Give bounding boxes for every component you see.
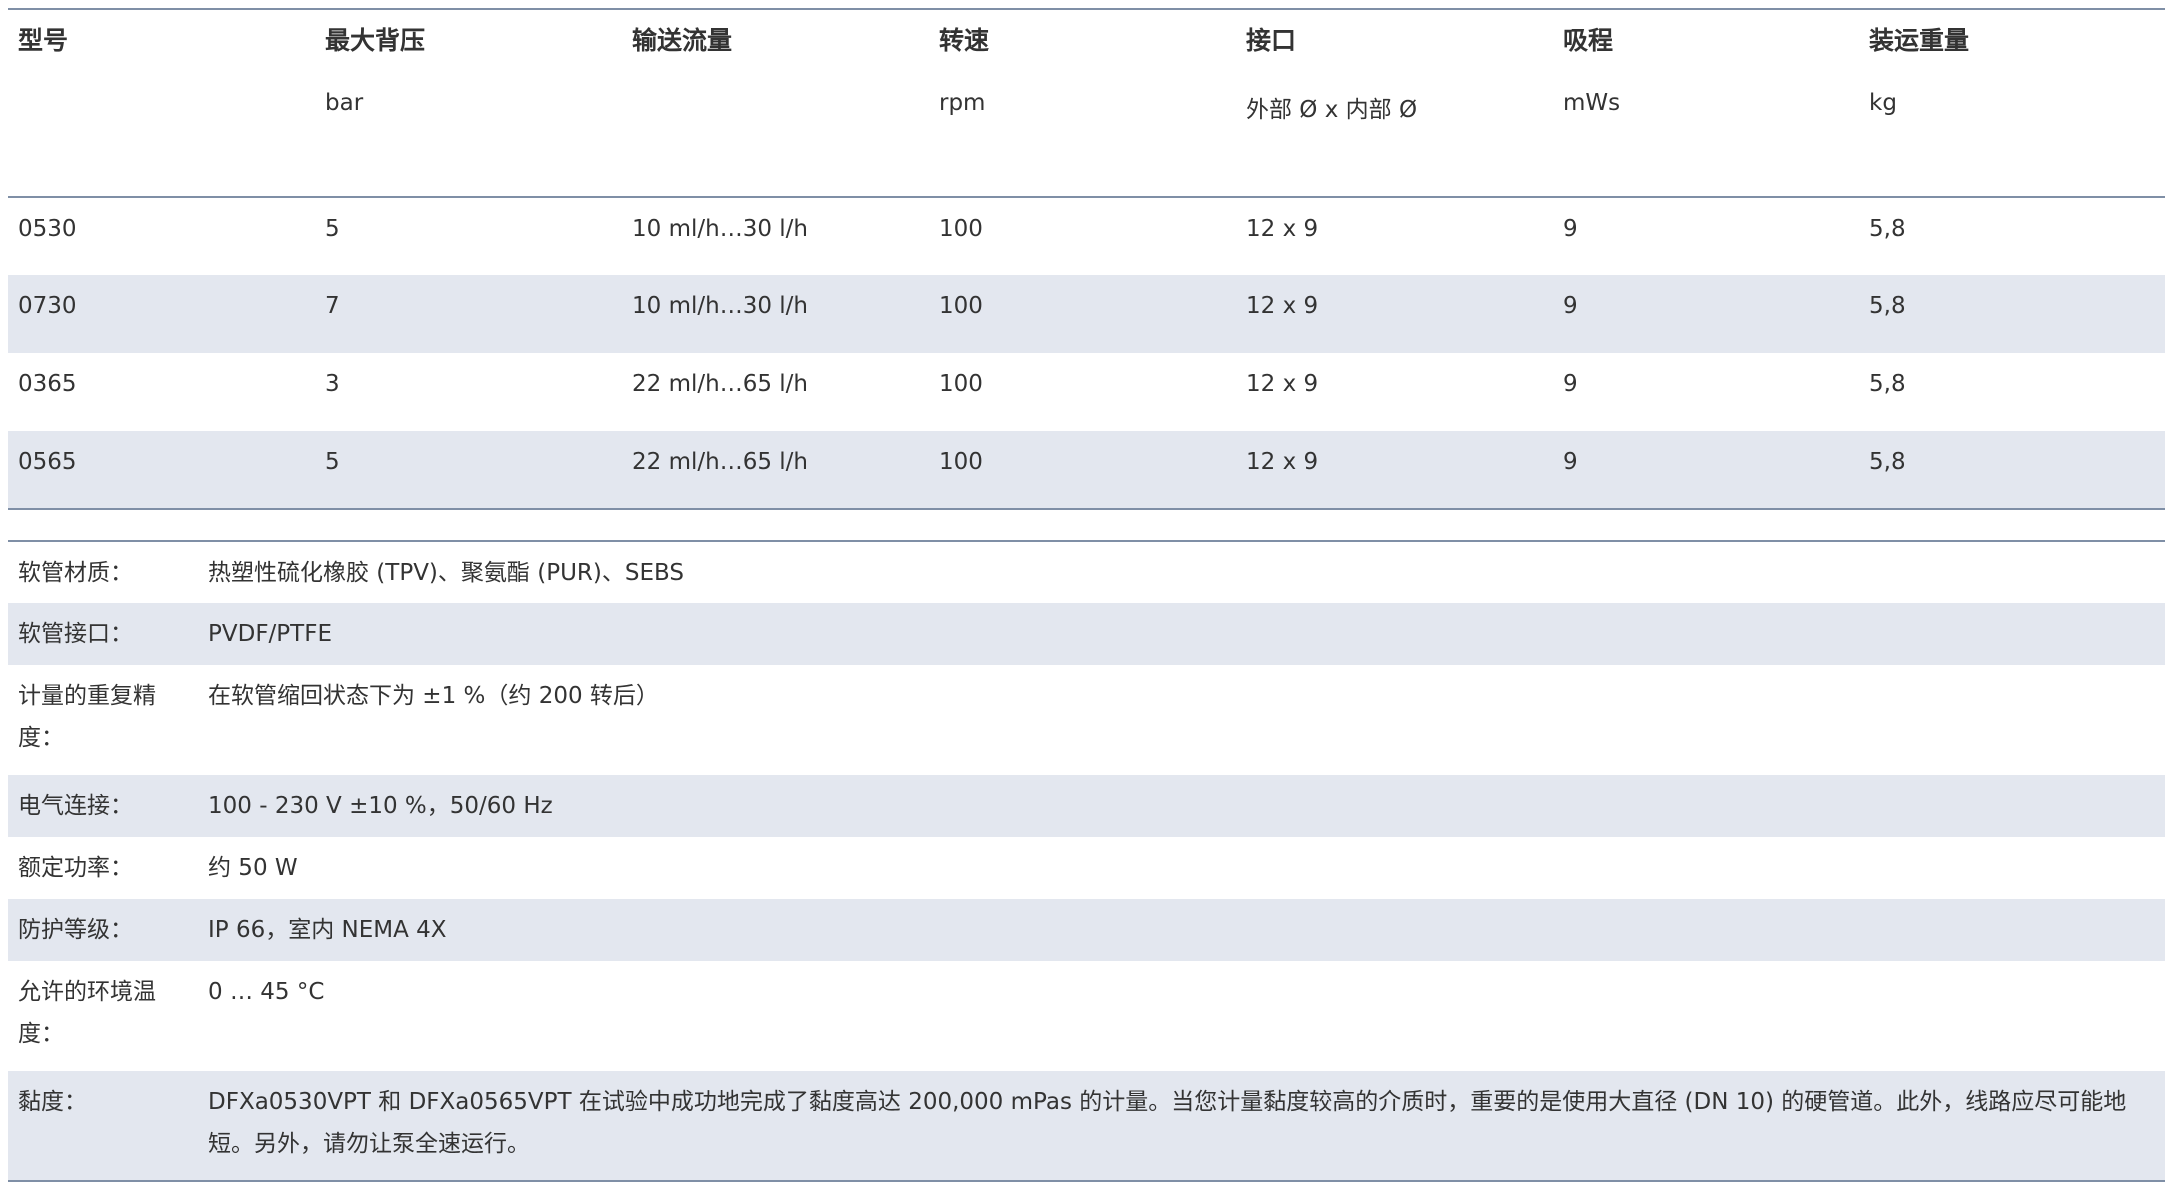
cell-flow-rate: 10 ml/h…30 l/h [632,216,808,242]
cell-shipping-weight: 5,8 [1869,216,1906,242]
header-connection: 接口 [1246,26,1297,55]
list-item: 额定功率： 约 50 W [8,837,2165,899]
unit-speed: rpm [929,68,1236,198]
list-item: 计量的重复精度： 在软管缩回状态下为 ±1 %（约 200 转后） [8,665,2165,775]
cell-connection: 12 x 9 [1236,275,1553,353]
cell-model: 0365 [18,371,77,397]
cell-max-back-pressure: 5 [325,216,340,242]
list-item: 电气连接： 100 - 230 V ±10 %，50/60 Hz [8,775,2165,837]
cell-speed: 100 [929,275,1236,353]
property-value: 100 - 230 V ±10 %，50/60 Hz [198,775,2165,837]
cell-speed: 100 [929,431,1236,509]
header-speed: 转速 [939,26,990,55]
cell-suction-lift: 9 [1553,275,1859,353]
list-item: 允许的环境温度： 0 … 45 °C [8,961,2165,1071]
cell-max-back-pressure: 5 [315,431,622,509]
property-value: 0 … 45 °C [208,979,325,1005]
table-row: 0730 7 10 ml/h…30 l/h 100 12 x 9 9 5,8 [8,275,2165,353]
header-flow-rate: 输送流量 [632,26,733,55]
property-value: 在软管缩回状态下为 ±1 %（约 200 转后） [208,683,659,709]
cell-model: 0730 [8,275,315,353]
table-row: 0530 5 10 ml/h…30 l/h 100 12 x 9 9 5,8 [8,197,2165,275]
cell-speed: 100 [939,371,983,397]
property-value: 约 50 W [208,855,298,881]
spec-sheet: 型号 最大背压 输送流量 转速 接口 吸程 装运重量 bar rpm 外部 Ø … [8,8,2165,1182]
property-label: 软管接口： [8,603,198,665]
property-label: 软管材质： [18,560,133,586]
unit-max-back-pressure: bar [315,68,622,198]
property-label: 允许的环境温度： [18,979,156,1047]
header-suction-lift: 吸程 [1563,26,1614,55]
cell-max-back-pressure: 7 [315,275,622,353]
cell-model: 0530 [18,216,77,242]
property-label: 防护等级： [8,899,198,961]
spec-header-row: 型号 最大背压 输送流量 转速 接口 吸程 装运重量 [8,9,2165,68]
property-label: 计量的重复精度： [18,683,156,751]
list-item: 防护等级： IP 66，室内 NEMA 4X [8,899,2165,961]
unit-model [8,68,315,198]
property-value: IP 66，室内 NEMA 4X [198,899,2165,961]
cell-suction-lift: 9 [1553,431,1859,509]
cell-flow-rate: 22 ml/h…65 l/h [622,431,929,509]
cell-flow-rate: 10 ml/h…30 l/h [622,275,929,353]
header-model: 型号 [18,26,69,55]
unit-shipping-weight: kg [1859,68,2165,198]
property-value: 热塑性硫化橡胶 (TPV)、聚氨酯 (PUR)、SEBS [208,560,684,586]
cell-shipping-weight: 5,8 [1859,275,2165,353]
property-label: 电气连接： [8,775,198,837]
cell-connection: 12 x 9 [1236,431,1553,509]
property-value: PVDF/PTFE [198,603,2165,665]
unit-suction-lift: mWs [1553,68,1859,198]
property-label: 额定功率： [18,855,133,881]
table-row: 0565 5 22 ml/h…65 l/h 100 12 x 9 9 5,8 [8,431,2165,509]
list-item: 软管材质： 热塑性硫化橡胶 (TPV)、聚氨酯 (PUR)、SEBS [8,541,2165,603]
cell-shipping-weight: 5,8 [1859,431,2165,509]
cell-model: 0565 [8,431,315,509]
unit-flow-rate [622,68,929,198]
header-max-back-pressure: 最大背压 [325,26,426,55]
list-item: 软管接口： PVDF/PTFE [8,603,2165,665]
cell-shipping-weight: 5,8 [1869,371,1906,397]
cell-suction-lift: 9 [1563,216,1578,242]
header-shipping-weight: 装运重量 [1869,26,1970,55]
cell-flow-rate: 22 ml/h…65 l/h [632,371,808,397]
property-value: DFXa0530VPT 和 DFXa0565VPT 在试验中成功地完成了黏度高达… [198,1071,2165,1181]
unit-connection: 外部 Ø x 内部 Ø [1236,68,1553,198]
cell-suction-lift: 9 [1563,371,1578,397]
table-row: 0365 3 22 ml/h…65 l/h 100 12 x 9 9 5,8 [8,353,2165,431]
cell-connection: 12 x 9 [1246,216,1319,242]
property-label: 黏度： [8,1071,198,1181]
cell-max-back-pressure: 3 [325,371,340,397]
cell-speed: 100 [939,216,983,242]
cell-connection: 12 x 9 [1246,371,1319,397]
spec-units-row: bar rpm 外部 Ø x 内部 Ø mWs kg [8,68,2165,198]
spec-table: 型号 最大背压 输送流量 转速 接口 吸程 装运重量 bar rpm 外部 Ø … [8,8,2165,510]
properties-table: 软管材质： 热塑性硫化橡胶 (TPV)、聚氨酯 (PUR)、SEBS 软管接口：… [8,540,2165,1182]
list-item: 黏度： DFXa0530VPT 和 DFXa0565VPT 在试验中成功地完成了… [8,1071,2165,1181]
